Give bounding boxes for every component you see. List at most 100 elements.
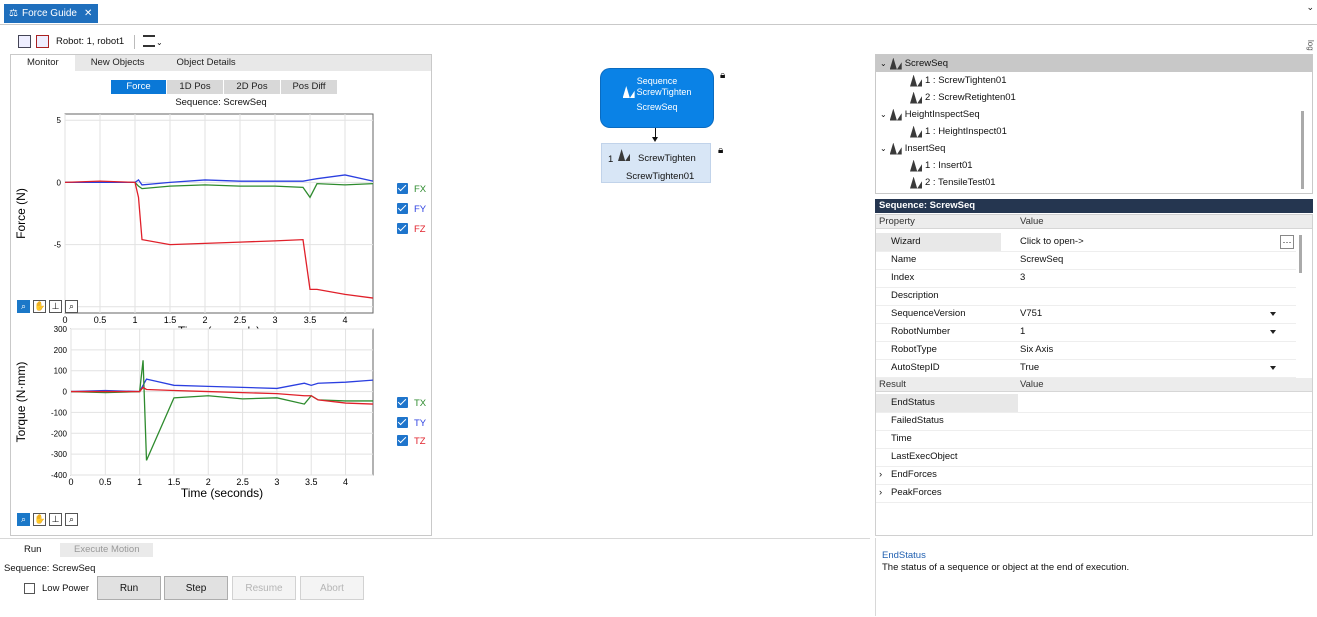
- abort-button[interactable]: Abort: [300, 576, 364, 600]
- result-row[interactable]: FailedStatus: [876, 412, 1312, 431]
- property-name: AutoStepID: [891, 362, 940, 373]
- result-row[interactable]: LastExecObject: [876, 448, 1312, 467]
- result-row[interactable]: › EndForces: [876, 466, 1312, 485]
- tab-execute-motion[interactable]: Execute Motion: [60, 543, 154, 557]
- pdf-icon[interactable]: [36, 35, 49, 48]
- pan-hand-icon[interactable]: ✋: [33, 300, 46, 313]
- screw-tighten-icon: [910, 74, 922, 87]
- chevron-down-icon[interactable]: ⌄: [880, 106, 887, 123]
- property-name: RobotNumber: [891, 326, 951, 337]
- tab-object-details[interactable]: Object Details: [161, 55, 252, 71]
- tz-checkbox[interactable]: [397, 435, 408, 446]
- list-icon[interactable]: [143, 35, 155, 47]
- fx-checkbox[interactable]: [397, 183, 408, 194]
- sequence-node[interactable]: Sequence ScrewTighten ScrewSeq: [601, 69, 713, 127]
- chevron-down-icon[interactable]: ⌄: [880, 55, 887, 72]
- step-node[interactable]: 1 ScrewTighten ScrewTighten01: [601, 143, 711, 183]
- tree-item[interactable]: 1 : ScrewTighten01: [910, 72, 1007, 89]
- toolbar: Robot: 1, robot1 ⌄: [0, 30, 1317, 52]
- lock-icon[interactable]: 🔒︎: [718, 145, 723, 156]
- step-button[interactable]: Step: [164, 576, 228, 600]
- x-tick-label: 4: [343, 477, 348, 487]
- col-value: Value: [1020, 379, 1044, 390]
- chevron-down-icon[interactable]: ⌄: [880, 140, 887, 157]
- list-dropdown-icon[interactable]: ⌄: [156, 38, 163, 47]
- x-tick-label: 0.5: [99, 477, 112, 487]
- low-power-checkbox[interactable]: [24, 583, 35, 594]
- fy-checkbox[interactable]: [397, 203, 408, 214]
- robot-label[interactable]: Robot: 1, robot1: [56, 36, 124, 47]
- zoom-reset-icon[interactable]: ⌕: [65, 300, 78, 313]
- segment-pos-diff[interactable]: Pos Diff: [281, 80, 338, 94]
- zoom-reset-icon[interactable]: ⌕: [65, 513, 78, 526]
- tree-item[interactable]: 2 : ScrewRetighten01: [910, 89, 1016, 106]
- tab-new-objects[interactable]: New Objects: [75, 55, 161, 71]
- force-chart-tools: ⌕ ✋ ⊥ ⌕: [17, 300, 78, 313]
- dropdown-arrow-icon[interactable]: [1270, 330, 1276, 334]
- property-row[interactable]: Description: [876, 287, 1296, 306]
- property-row[interactable]: SequenceVersion V751: [876, 305, 1296, 324]
- document-tab[interactable]: ⚖ Force Guide ✕: [4, 4, 98, 23]
- result-row[interactable]: › PeakForces: [876, 484, 1312, 503]
- axis-zoom-icon[interactable]: ⊥: [49, 513, 62, 526]
- property-row[interactable]: AutoStepID True: [876, 359, 1296, 378]
- property-row[interactable]: Wizard Click to open-> …: [876, 233, 1296, 252]
- tree-item[interactable]: 1 : Insert01: [910, 157, 973, 174]
- lock-icon[interactable]: 🔒︎: [720, 70, 725, 81]
- result-name: PeakForces: [891, 487, 942, 498]
- y-tick-label: -300: [51, 450, 68, 459]
- pan-hand-icon[interactable]: ✋: [33, 513, 46, 526]
- property-row[interactable]: RobotType Six Axis: [876, 341, 1296, 360]
- run-button[interactable]: Run: [97, 576, 161, 600]
- tab-monitor[interactable]: Monitor: [11, 55, 75, 71]
- tree-item[interactable]: 1 : HeightInspect01: [910, 123, 1007, 140]
- chevron-right-icon[interactable]: ›: [879, 466, 882, 484]
- tree-item[interactable]: ⌄ InsertSeq: [880, 140, 945, 157]
- dropdown-arrow-icon[interactable]: [1270, 312, 1276, 316]
- tree-item[interactable]: 2 : TensileTest01: [910, 174, 996, 191]
- property-scrollbar[interactable]: [1299, 235, 1302, 273]
- monitor-panel: Monitor New Objects Object Details Force…: [10, 54, 432, 536]
- x-tick-label: 0: [68, 477, 73, 487]
- dropdown-arrow-icon[interactable]: [1270, 366, 1276, 370]
- torque-chart: 0 0.5 1 1.5 2 2.5 3 3.5 43002001000-100-200-300-…: [14, 325, 374, 500]
- col-property: Property: [879, 216, 915, 227]
- zoom-select-icon[interactable]: ⌕: [17, 300, 30, 313]
- chevron-right-icon[interactable]: ›: [879, 484, 882, 502]
- result-row[interactable]: Time: [876, 430, 1312, 449]
- tree-scrollbar[interactable]: [1301, 111, 1304, 189]
- window-menu-icon[interactable]: ⌄: [1306, 2, 1314, 13]
- property-row[interactable]: RobotNumber 1: [876, 323, 1296, 342]
- axis-zoom-icon[interactable]: ⊥: [49, 300, 62, 313]
- tab-run[interactable]: Run: [8, 543, 58, 558]
- property-row[interactable]: Index 3: [876, 269, 1296, 288]
- zoom-select-icon[interactable]: ⌕: [17, 513, 30, 526]
- close-icon[interactable]: ✕: [84, 8, 92, 19]
- property-row[interactable]: Name ScrewSeq: [876, 251, 1296, 270]
- insert-icon: [910, 159, 922, 172]
- insert-seq-icon: [889, 142, 902, 155]
- y-tick-label: 200: [54, 346, 68, 355]
- result-row[interactable]: EndStatus: [876, 394, 1312, 413]
- x-tick-label: 1: [137, 477, 142, 487]
- property-name: SequenceVersion: [891, 308, 966, 319]
- segment-2d-pos[interactable]: 2D Pos: [224, 80, 281, 94]
- ty-checkbox[interactable]: [397, 417, 408, 428]
- tree-item[interactable]: ⌄ HeightInspectSeq: [880, 106, 980, 123]
- segment-1d-pos[interactable]: 1D Pos: [167, 80, 224, 94]
- resume-button[interactable]: Resume: [232, 576, 296, 600]
- segment-force[interactable]: Force: [111, 80, 167, 94]
- tree-item-label: ScrewSeq: [904, 58, 949, 69]
- tx-checkbox[interactable]: [397, 397, 408, 408]
- x-tick-label: 3: [274, 477, 279, 487]
- tree-item-label: HeightInspectSeq: [904, 109, 980, 120]
- export-icon[interactable]: [18, 35, 31, 48]
- property-name: Description: [891, 290, 939, 301]
- property-grid: Property Value Wizard Click to open-> … …: [875, 214, 1313, 536]
- tree-item[interactable]: ⌄ ScrewSeq: [876, 55, 1312, 72]
- ellipsis-button[interactable]: …: [1280, 235, 1294, 249]
- force-guide-icon: ⚖: [9, 8, 18, 19]
- sequence-tree: ⌄ ScrewSeq 1 : ScrewTighten01 2 : ScrewR…: [875, 54, 1313, 194]
- monitor-tabs: Monitor New Objects Object Details: [11, 55, 431, 71]
- fz-checkbox[interactable]: [397, 223, 408, 234]
